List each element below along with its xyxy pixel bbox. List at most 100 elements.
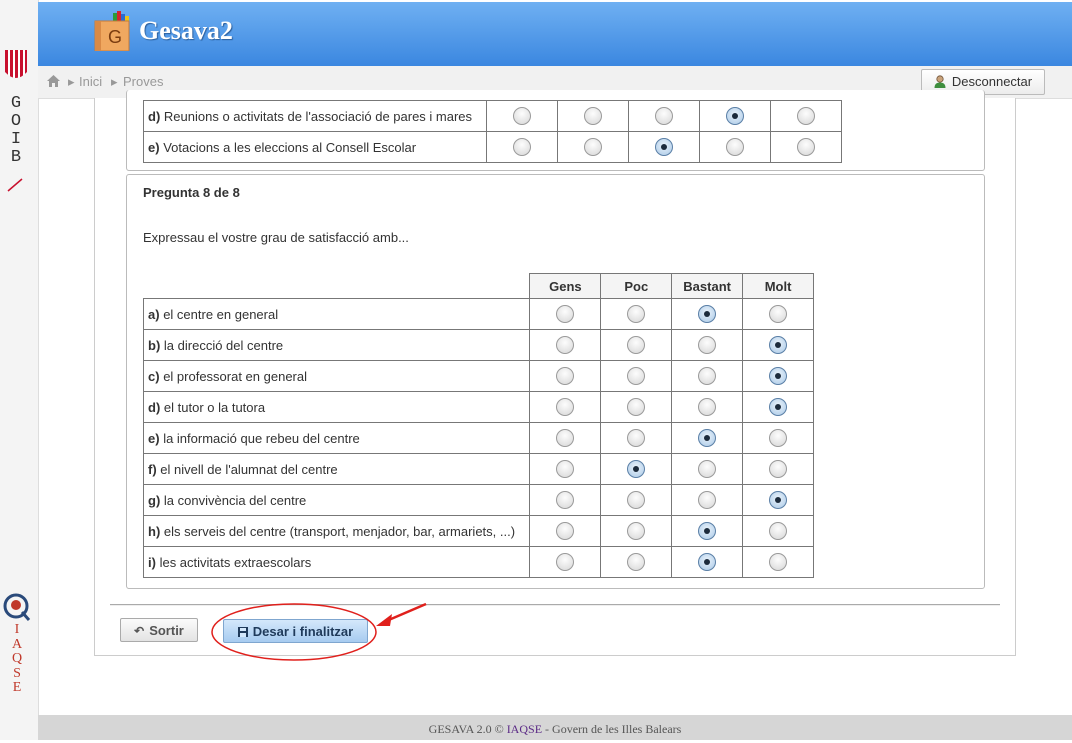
table-row: e) la informació que rebeu del centre: [142, 422, 814, 454]
chevron-right-icon: ▸: [68, 74, 75, 89]
radio-option[interactable]: [556, 336, 575, 354]
radio-option[interactable]: [698, 398, 717, 416]
option-cell: [486, 100, 558, 132]
radio-selected[interactable]: [698, 305, 717, 323]
radio-selected[interactable]: [698, 522, 717, 540]
radio-option[interactable]: [627, 336, 646, 354]
table-row: a) el centre en general: [142, 298, 814, 330]
radio-selected[interactable]: [769, 367, 788, 385]
radio-selected[interactable]: [769, 398, 788, 416]
radio-selected[interactable]: [655, 138, 673, 156]
radio-option[interactable]: [513, 138, 531, 156]
row-key: i): [148, 554, 156, 570]
radio-option[interactable]: [655, 107, 673, 125]
option-cell: [671, 298, 744, 330]
radio-option[interactable]: [769, 553, 788, 571]
option-cell: [600, 453, 673, 485]
row-key: c): [148, 368, 160, 384]
radio-selected[interactable]: [627, 460, 646, 478]
radio-option[interactable]: [556, 491, 575, 509]
option-cell: [742, 391, 814, 423]
row-label: f) el nivell de l'alumnat del centre: [142, 453, 531, 485]
radio-option[interactable]: [698, 367, 717, 385]
radio-option[interactable]: [627, 367, 646, 385]
footer-iaqse-link[interactable]: IAQSE: [507, 722, 542, 736]
radio-selected[interactable]: [698, 429, 717, 447]
app-logo-icon[interactable]: G: [93, 11, 135, 51]
option-cell: [600, 360, 673, 392]
radio-selected[interactable]: [698, 553, 717, 571]
option-cell: [529, 453, 602, 485]
radio-option[interactable]: [769, 305, 788, 323]
option-cell: [770, 131, 842, 163]
row-label: g) la convivència del centre: [142, 484, 531, 516]
radio-option[interactable]: [698, 460, 717, 478]
row-text: el centre en general: [163, 306, 279, 322]
radio-option[interactable]: [627, 429, 646, 447]
option-cell: [557, 131, 629, 163]
option-cell: [671, 546, 744, 578]
goib-slash-icon: [7, 178, 23, 192]
column-header-gens: Gens: [529, 273, 602, 299]
row-label: d) el tutor o la tutora: [142, 391, 531, 423]
row-label: d) Reunions o activitats de l'associació…: [143, 100, 487, 132]
column-header-poc: Poc: [600, 273, 673, 299]
radio-option[interactable]: [556, 305, 575, 323]
radio-option[interactable]: [556, 460, 575, 478]
option-cell: [671, 515, 744, 547]
option-cell: [742, 515, 814, 547]
radio-option[interactable]: [584, 107, 602, 125]
app-header: G Gesava2: [38, 2, 1072, 66]
option-cell: [600, 515, 673, 547]
row-text: Reunions o activitats de l'associació de…: [163, 108, 473, 124]
radio-option[interactable]: [513, 107, 531, 125]
radio-option[interactable]: [556, 522, 575, 540]
question-8-table: Gens Poc Bastant Molt a) el centre en ge…: [142, 273, 814, 578]
row-label: c) el professorat en general: [142, 360, 531, 392]
radio-option[interactable]: [698, 491, 717, 509]
radio-option[interactable]: [556, 429, 575, 447]
app-title: Gesava2: [139, 16, 233, 45]
option-cell: [742, 329, 814, 361]
table-row: g) la convivència del centre: [142, 484, 814, 516]
radio-option[interactable]: [627, 398, 646, 416]
radio-option[interactable]: [797, 138, 815, 156]
save-and-finish-button[interactable]: Desar i finalitzar: [223, 619, 368, 643]
row-text: Votacions a les eleccions al Consell Esc…: [163, 139, 417, 155]
option-cell: [529, 546, 602, 578]
row-text: els serveis del centre (transport, menja…: [163, 523, 516, 539]
option-cell: [742, 422, 814, 454]
radio-selected[interactable]: [769, 336, 788, 354]
chevron-right-icon: ▸: [111, 74, 118, 89]
breadcrumb-inici[interactable]: Inici: [79, 74, 102, 89]
option-cell: [600, 422, 673, 454]
radio-option[interactable]: [556, 367, 575, 385]
footer: GESAVA 2.0 © IAQSE - Govern de les Illes…: [38, 715, 1072, 740]
home-icon[interactable]: [47, 75, 60, 87]
table-row: d) el tutor o la tutora: [142, 391, 814, 423]
radio-option[interactable]: [769, 429, 788, 447]
radio-option[interactable]: [627, 553, 646, 571]
radio-option[interactable]: [556, 553, 575, 571]
radio-option[interactable]: [769, 460, 788, 478]
user-icon: [934, 75, 946, 88]
row-key: h): [148, 523, 161, 539]
radio-option[interactable]: [556, 398, 575, 416]
radio-selected[interactable]: [726, 107, 744, 125]
option-cell: [600, 484, 673, 516]
radio-option[interactable]: [584, 138, 602, 156]
radio-option[interactable]: [627, 491, 646, 509]
radio-option[interactable]: [726, 138, 744, 156]
row-key: e): [148, 430, 160, 446]
iaqse-logo-icon: [3, 593, 31, 621]
radio-option[interactable]: [797, 107, 815, 125]
radio-option[interactable]: [627, 522, 646, 540]
footer-suffix: - Govern de les Illes Balears: [542, 722, 682, 736]
radio-option[interactable]: [698, 336, 717, 354]
sortir-button[interactable]: ↶ Sortir: [120, 618, 198, 642]
radio-selected[interactable]: [769, 491, 788, 509]
breadcrumb-proves[interactable]: Proves: [123, 74, 163, 89]
row-text: el nivell de l'alumnat del centre: [160, 461, 338, 477]
radio-option[interactable]: [769, 522, 788, 540]
radio-option[interactable]: [627, 305, 646, 323]
